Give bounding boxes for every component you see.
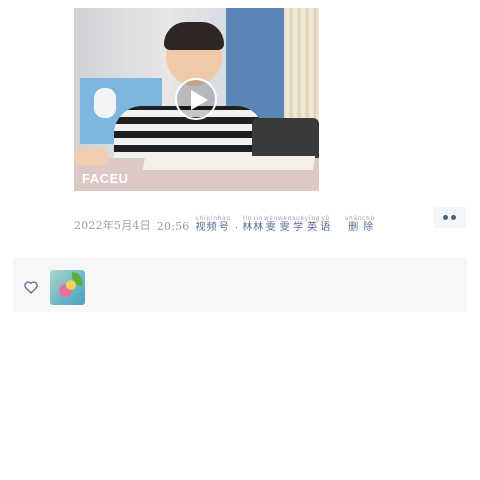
liker-avatar[interactable] xyxy=(50,270,85,305)
post-time: 20:56 xyxy=(156,220,190,233)
delete-char: 删shān xyxy=(345,216,363,233)
curtain xyxy=(284,8,319,128)
delete-link[interactable]: 删shān除chú xyxy=(345,216,375,233)
account-char: 英yīng xyxy=(304,216,321,233)
more-button[interactable] xyxy=(433,207,466,228)
video-thumbnail[interactable]: FACEU xyxy=(74,8,319,191)
book xyxy=(142,156,316,170)
source-pinyin: hào xyxy=(217,216,231,222)
meta-separator: · xyxy=(234,222,239,233)
account-char: 林lín xyxy=(253,216,265,233)
delete-pinyin: chú xyxy=(362,216,375,222)
play-icon xyxy=(191,90,208,110)
account-char: 雯wén xyxy=(278,216,293,233)
source-pinyin: pín xyxy=(206,216,218,222)
source-char: 视shì xyxy=(195,216,207,233)
source-pinyin: shì xyxy=(195,216,207,222)
account-pinyin: lín xyxy=(242,216,254,222)
account-name-link[interactable]: 林lín林lín雯wén雯wén学xué英yīng语yǔ xyxy=(242,216,331,233)
source-char: 号hào xyxy=(217,216,231,233)
account-char: 语yǔ xyxy=(320,216,332,233)
source-char: 频pín xyxy=(206,216,218,233)
delete-char: 除chú xyxy=(362,216,375,233)
post-meta: 2022年5月4日 20:56 视shì频pín号hào · 林lín林lín雯… xyxy=(74,213,375,233)
delete-pinyin: shān xyxy=(345,216,363,222)
video-watermark: FACEU xyxy=(82,171,129,186)
post-date: 2022年5月4日 xyxy=(74,219,151,232)
account-pinyin: xué xyxy=(292,216,305,222)
account-pinyin: wén xyxy=(278,216,293,222)
window xyxy=(226,8,284,118)
heart-outline-icon[interactable] xyxy=(24,281,38,294)
account-pinyin: lín xyxy=(253,216,265,222)
play-button[interactable] xyxy=(175,78,217,120)
likes-panel xyxy=(13,257,467,312)
account-pinyin: yǔ xyxy=(320,216,332,222)
account-char: 林lín xyxy=(242,216,254,233)
account-pinyin: yīng xyxy=(304,216,321,222)
account-pinyin: wén xyxy=(264,216,279,222)
account-char: 学xué xyxy=(292,216,305,233)
account-char: 雯wén xyxy=(264,216,279,233)
source-label[interactable]: 视shì频pín号hào xyxy=(196,216,231,233)
